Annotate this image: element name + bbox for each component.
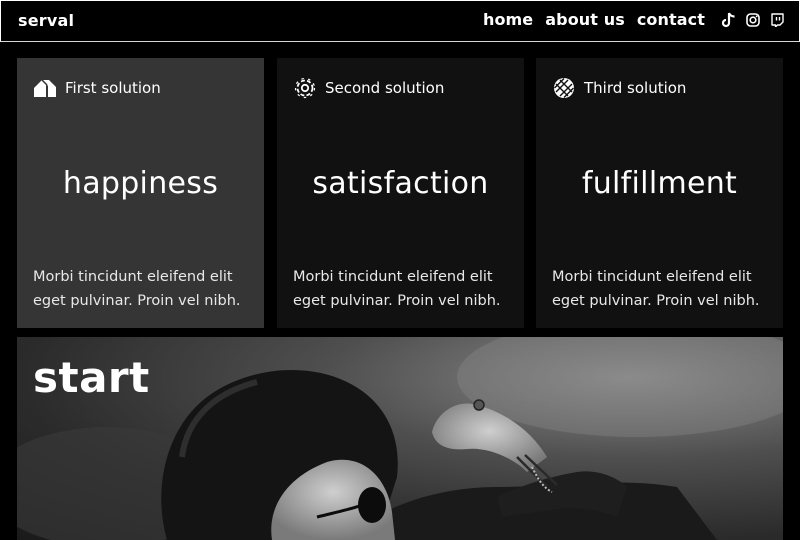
globe-icon bbox=[552, 76, 576, 100]
card-title: First solution bbox=[65, 79, 161, 97]
solution-card-third: Third solution fulfillment Morbi tincidu… bbox=[536, 58, 783, 328]
twitch-icon[interactable] bbox=[769, 12, 785, 28]
card-description: Morbi tincidunt eleifend elit eget pulvi… bbox=[552, 269, 760, 309]
card-title: Third solution bbox=[584, 79, 687, 97]
nav-link-about-us[interactable]: about us bbox=[545, 10, 625, 29]
hero-title: start bbox=[33, 353, 150, 402]
nav-link-home[interactable]: home bbox=[483, 10, 533, 29]
card-description: Morbi tincidunt eleifend elit eget pulvi… bbox=[293, 269, 501, 309]
solution-card-first: First solution happiness Morbi tincidunt… bbox=[17, 58, 264, 328]
brand-logo[interactable]: serval bbox=[18, 11, 74, 30]
instagram-icon[interactable] bbox=[745, 12, 761, 28]
nav-links: home about us contact bbox=[483, 10, 785, 29]
card-headline: fulfillment bbox=[581, 166, 738, 201]
card-headline: satisfaction bbox=[312, 166, 489, 201]
card-description: Morbi tincidunt eleifend elit eget pulvi… bbox=[33, 269, 241, 309]
hero-banner: start bbox=[17, 337, 783, 540]
top-navbar: serval home about us contact bbox=[0, 0, 800, 42]
nav-link-contact[interactable]: contact bbox=[637, 10, 705, 29]
card-headline: happiness bbox=[62, 166, 219, 201]
solution-card-second: Second solution satisfaction Morbi tinci… bbox=[277, 58, 524, 328]
card-title: Second solution bbox=[325, 79, 445, 97]
gear-icon bbox=[293, 76, 317, 100]
card-header: First solution bbox=[33, 76, 161, 100]
card-header: Third solution bbox=[552, 76, 686, 100]
house-icon bbox=[33, 76, 57, 100]
card-header: Second solution bbox=[293, 76, 444, 100]
tiktok-icon[interactable] bbox=[721, 12, 737, 28]
